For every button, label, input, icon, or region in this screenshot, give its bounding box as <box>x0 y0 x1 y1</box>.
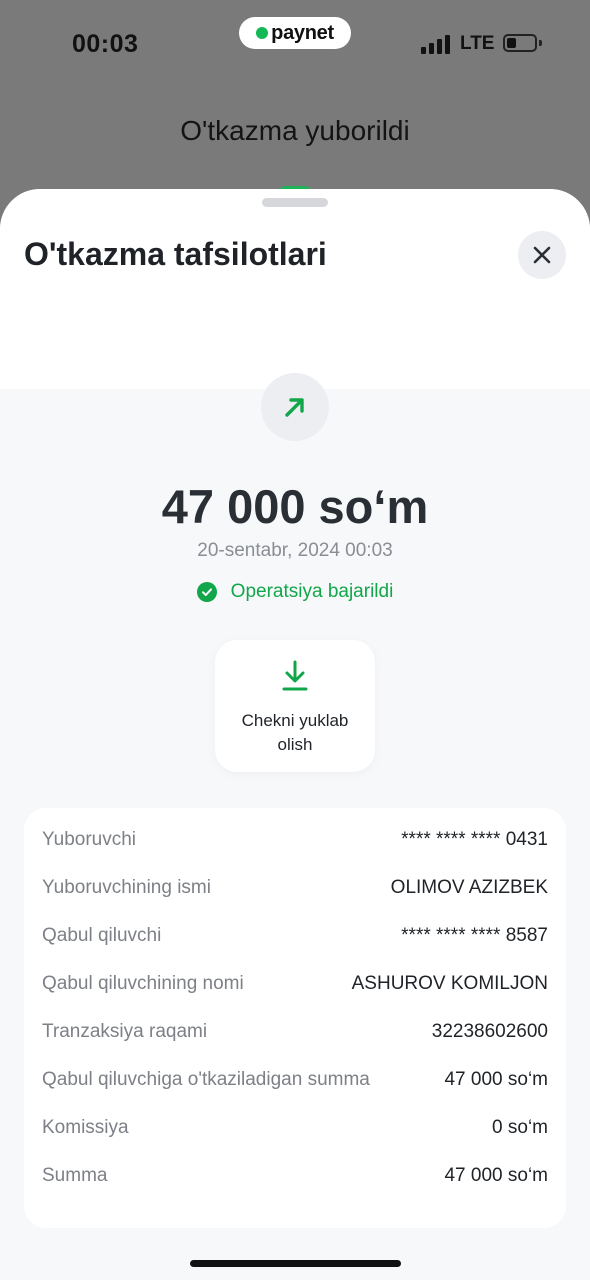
detail-label: Yuboruvchining ismi <box>42 877 211 898</box>
signal-icon <box>421 34 450 54</box>
detail-row-recipient-name: Qabul qiluvchining nomi ASHUROV KOMILJON <box>42 969 548 999</box>
download-icon <box>282 660 308 691</box>
sheet-header <box>0 189 590 389</box>
detail-value: **** **** **** 8587 <box>401 925 548 946</box>
detail-label: Summa <box>42 1165 108 1186</box>
status-bar: 00:03 paynet LTE <box>0 0 590 90</box>
detail-label: Komissiya <box>42 1117 129 1138</box>
check-circle-icon <box>196 582 217 602</box>
detail-value: 47 000 so‘m <box>444 1165 548 1186</box>
battery-icon <box>503 34 537 52</box>
brand-dot-icon <box>256 27 269 39</box>
arrow-up-right-icon <box>285 398 304 417</box>
detail-value: ASHUROV KOMILJON <box>351 973 548 994</box>
detail-value: 0 so‘m <box>492 1117 548 1138</box>
detail-value: 32238602600 <box>431 1021 548 1042</box>
network-type: LTE <box>460 33 495 54</box>
detail-row-sender-card: Yuboruvchi **** **** **** 0431 <box>42 825 548 855</box>
detail-row-transaction-id: Tranzaksiya raqami 32238602600 <box>42 1017 548 1047</box>
sheet-grabber[interactable] <box>262 198 328 207</box>
detail-label: Qabul qiluvchi <box>42 925 162 946</box>
transfer-datetime: 20-sentabr, 2024 00:03 <box>197 540 393 561</box>
transfer-amount: 47 000 so‘m <box>161 480 429 533</box>
detail-label: Tranzaksiya raqami <box>42 1021 208 1042</box>
detail-row-commission: Komissiya 0 so‘m <box>42 1113 548 1143</box>
details-sheet: O'tkazma tafsilotlari 47 000 so‘m 20-sen… <box>0 189 590 1280</box>
detail-value: **** **** **** 0431 <box>401 829 548 850</box>
brand-name: paynet <box>271 21 334 44</box>
operation-status: Operatsiya bajarildi <box>0 581 590 603</box>
detail-label: Qabul qiluvchiga o'tkaziladigan summa <box>42 1069 370 1090</box>
detail-label: Qabul qiluvchining nomi <box>42 973 244 994</box>
home-indicator[interactable] <box>190 1260 401 1267</box>
transfer-icon <box>261 373 329 441</box>
battery-tip <box>539 40 542 46</box>
status-time: 00:03 <box>72 30 139 58</box>
close-icon <box>533 246 551 264</box>
sheet-title: O'tkazma tafsilotlari <box>24 236 327 272</box>
download-receipt-button[interactable]: Chekni yuklab olish <box>215 640 375 772</box>
detail-row-sender-name: Yuboruvchining ismi OLIMOV AZIZBEK <box>42 873 548 903</box>
detail-value: OLIMOV AZIZBEK <box>390 877 548 898</box>
details-card: Yuboruvchi **** **** **** 0431 Yuboruvch… <box>24 808 566 1228</box>
detail-label: Yuboruvchi <box>42 829 137 850</box>
detail-row-total: Summa 47 000 so‘m <box>42 1161 548 1191</box>
brand-pill: paynet <box>239 17 351 49</box>
close-button[interactable] <box>518 231 566 279</box>
detail-row-recipient-card: Qabul qiluvchi **** **** **** 8587 <box>42 921 548 951</box>
background-title: O'tkazma yuborildi <box>180 115 410 146</box>
status-text: Operatsiya bajarildi <box>230 581 394 602</box>
download-receipt-label: Chekni yuklab olish <box>241 711 349 754</box>
detail-value: 47 000 so‘m <box>444 1069 548 1090</box>
detail-row-recipient-amount: Qabul qiluvchiga o'tkaziladigan summa 47… <box>42 1065 548 1095</box>
